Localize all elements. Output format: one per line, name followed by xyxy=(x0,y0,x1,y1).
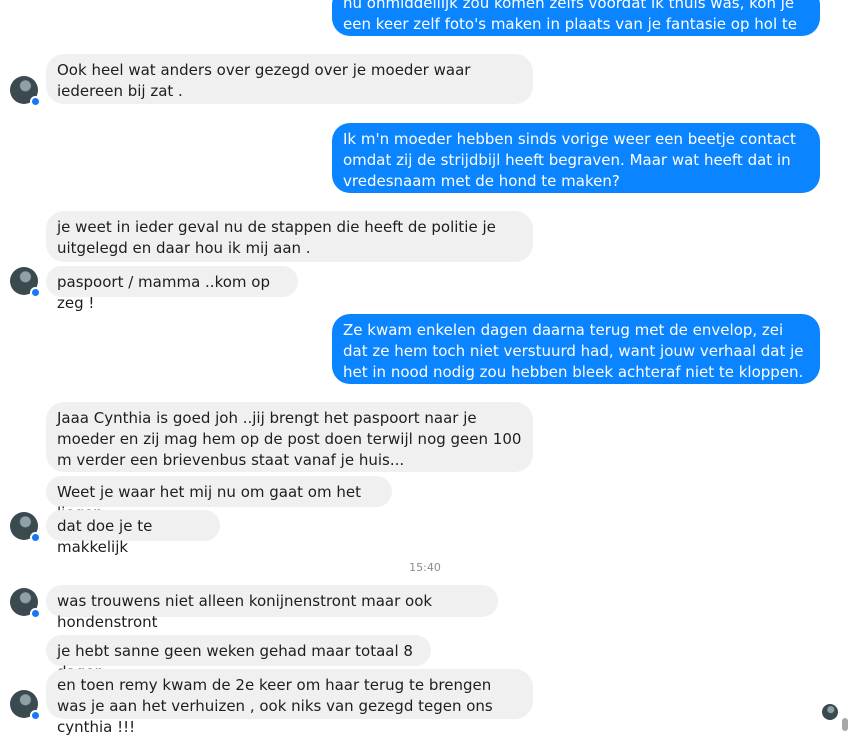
message-bubble-incoming[interactable]: je weet in ieder geval nu de stappen die… xyxy=(46,211,533,262)
contact-avatar[interactable] xyxy=(10,588,41,619)
contact-avatar[interactable] xyxy=(10,76,41,107)
messenger-badge-icon xyxy=(30,608,41,619)
seen-indicator-avatar xyxy=(822,704,838,720)
messenger-badge-icon xyxy=(30,96,41,107)
contact-avatar[interactable] xyxy=(10,690,41,721)
message-bubble-outgoing[interactable]: Ik m'n moeder hebben sinds vorige weer e… xyxy=(332,123,820,193)
message-bubble-incoming[interactable]: Weet je waar het mij nu om gaat om het l… xyxy=(46,476,392,522)
contact-avatar[interactable] xyxy=(10,267,41,298)
messenger-badge-icon xyxy=(30,532,41,543)
message-bubble-outgoing[interactable]: Ze kwam enkelen dagen daarna terug met d… xyxy=(332,314,820,384)
message-bubble-incoming[interactable]: paspoort / mamma ..kom op zeg ! xyxy=(46,266,298,312)
message-bubble-incoming[interactable]: je hebt sanne geen weken gehad maar tota… xyxy=(46,635,431,681)
messenger-badge-icon xyxy=(30,287,41,298)
message-bubble-incoming[interactable]: Ook heel wat anders over gezegd over je … xyxy=(46,54,533,104)
conversation-timestamp: 15:40 xyxy=(409,561,441,574)
scrollbar-thumb[interactable] xyxy=(842,718,848,731)
message-bubble-incoming[interactable]: was trouwens niet alleen konijnenstront … xyxy=(46,585,498,631)
contact-avatar[interactable] xyxy=(10,512,41,543)
message-bubble-incoming[interactable]: Jaaa Cynthia is goed joh ..jij brengt he… xyxy=(46,402,533,472)
message-bubble-outgoing[interactable]: nu onmiddellijk zou komen zelfs voordat … xyxy=(332,0,820,54)
message-bubble-incoming[interactable]: dat doe je te makkelijk xyxy=(46,510,220,556)
message-bubble-incoming[interactable]: en toen remy kwam de 2e keer om haar ter… xyxy=(46,669,533,736)
messenger-badge-icon xyxy=(30,710,41,721)
